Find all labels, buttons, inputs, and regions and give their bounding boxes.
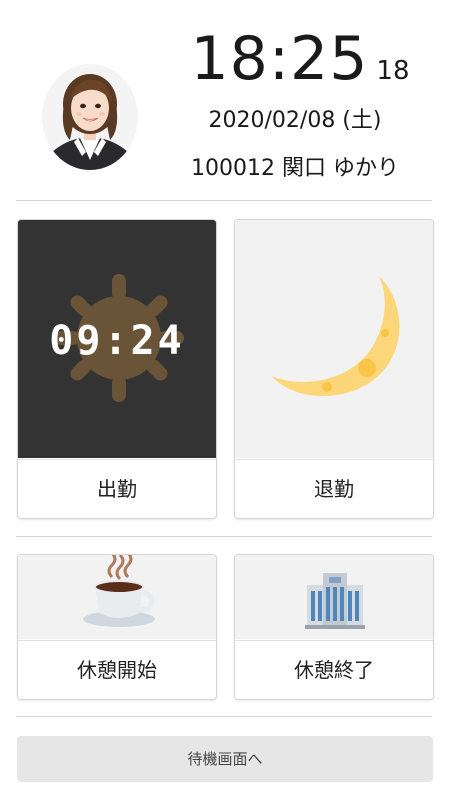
punch-in-label: 出勤 xyxy=(18,459,216,518)
punch-in-time: 09:24 xyxy=(49,318,185,364)
break-start-label: 休憩開始 xyxy=(18,640,216,699)
moon-icon xyxy=(271,276,400,396)
break-end-button[interactable]: 休憩終了 xyxy=(234,554,434,700)
break-end-art xyxy=(235,555,433,639)
punch-in-art: 09:24 xyxy=(18,220,216,458)
current-time: 18:25 18 xyxy=(150,24,450,94)
punch-out-button[interactable]: 退勤 xyxy=(234,219,434,519)
punch-out-art xyxy=(235,220,433,458)
break-start-button[interactable]: 休憩開始 xyxy=(17,554,217,700)
punch-in-button[interactable]: 09:24 出勤 xyxy=(17,219,217,519)
break-end-label: 休憩終了 xyxy=(235,640,433,699)
standby-screen-button[interactable]: 待機画面へ xyxy=(17,736,433,782)
divider-top xyxy=(16,200,432,201)
user-photo xyxy=(42,64,138,170)
avatar xyxy=(42,64,138,170)
office-building-icon xyxy=(305,573,365,629)
punch-out-label: 退勤 xyxy=(235,459,433,518)
header: 18:25 18 2020/02/08 (土) 100012 関口 ゆかり xyxy=(0,0,450,200)
current-date: 2020/02/08 (土) xyxy=(208,108,382,133)
divider-bottom xyxy=(16,716,432,717)
break-start-art xyxy=(18,555,216,639)
time-seconds: 18 xyxy=(376,56,410,86)
user-id-name: 100012 関口 ゆかり xyxy=(191,156,399,181)
divider-middle xyxy=(16,536,432,537)
coffee-cup-icon xyxy=(83,555,155,627)
time-hours-minutes: 18:25 xyxy=(190,24,369,94)
